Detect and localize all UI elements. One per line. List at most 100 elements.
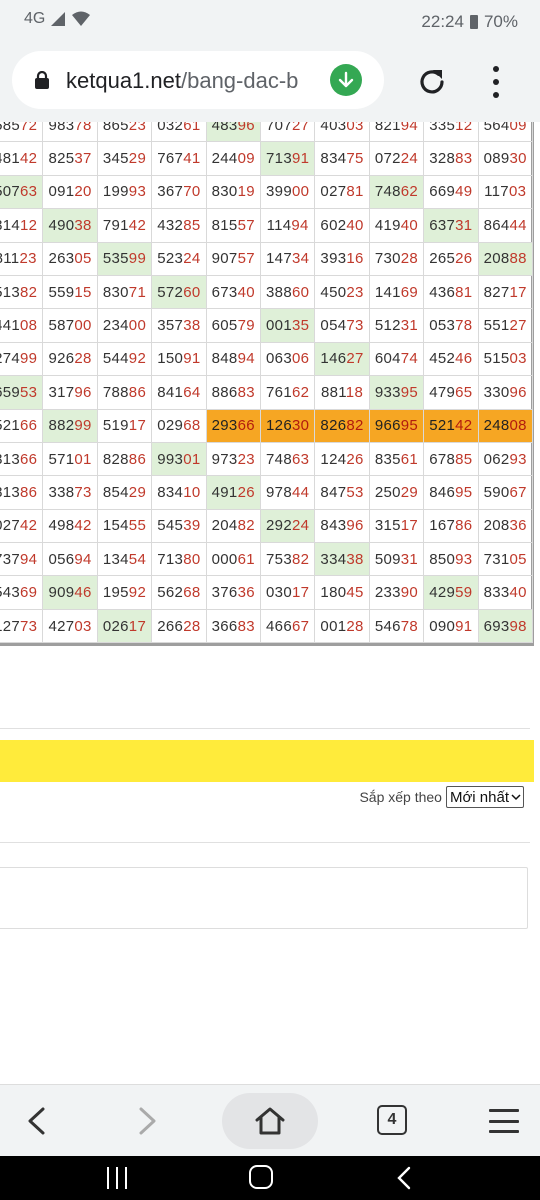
number-tail: 03	[509, 350, 527, 368]
number-head: 330	[483, 383, 510, 401]
number-tail: 42	[20, 150, 38, 168]
android-home-icon[interactable]	[249, 1165, 273, 1189]
back-icon[interactable]	[22, 1105, 52, 1137]
result-cell: 56409	[477, 122, 533, 143]
result-cell: 60474	[368, 341, 425, 377]
number-head: 314	[0, 216, 21, 234]
number-tail: 91	[291, 150, 310, 168]
number-tail: 36	[237, 584, 255, 602]
url-bar[interactable]: ketqua1.net/bang-dac-b	[12, 51, 384, 109]
result-cell: 02617	[96, 608, 153, 644]
result-cell: 42959	[423, 575, 479, 610]
number-head: 587	[48, 317, 75, 335]
forward-icon[interactable]	[132, 1105, 162, 1137]
number-head: 882	[48, 417, 75, 435]
result-cell: 45246	[423, 341, 479, 377]
number-tail: 78	[455, 317, 473, 335]
number-tail: 64	[183, 383, 201, 401]
number-head: 509	[374, 550, 401, 568]
result-cell: 02781	[314, 174, 370, 210]
home-button[interactable]	[222, 1093, 318, 1149]
number-head: 234	[102, 317, 129, 335]
number-head: 993	[157, 450, 184, 468]
yellow-banner	[0, 740, 534, 782]
number-tail: 08	[20, 317, 38, 335]
number-tail: 15	[74, 283, 92, 301]
download-button[interactable]	[330, 64, 362, 96]
result-cell: 37636	[205, 575, 261, 610]
number-tail: 86	[128, 450, 147, 468]
result-cell: 93395	[368, 375, 425, 410]
number-head: 933	[374, 383, 401, 401]
number-tail: 24	[183, 250, 201, 268]
number-head: 001	[320, 617, 347, 635]
result-cell: 12773	[0, 608, 44, 644]
number-tail: 73	[346, 317, 364, 335]
number-head: 659	[0, 383, 21, 401]
number-tail: 63	[291, 450, 310, 468]
result-cell: 50931	[368, 542, 425, 577]
more-vert-icon[interactable]	[484, 62, 508, 102]
number-head: 248	[483, 417, 510, 435]
number-tail: 28	[346, 617, 364, 635]
result-cell: 76741	[151, 141, 207, 176]
number-head: 748	[374, 183, 401, 201]
number-tail: 03	[508, 183, 527, 201]
result-cell: 38860	[259, 274, 316, 310]
number-tail: 49	[455, 183, 473, 201]
number-head: 000	[211, 550, 238, 568]
number-head: 731	[483, 550, 510, 568]
number-head: 127	[0, 617, 21, 635]
result-cell: 44108	[0, 308, 44, 343]
result-cell: 82194	[368, 122, 425, 143]
number-head: 124	[320, 450, 347, 468]
number-tail: 85	[455, 450, 473, 468]
number-tail: 99	[20, 350, 38, 368]
number-tail: 98	[509, 617, 527, 635]
number-head: 204	[211, 517, 238, 535]
number-tail: 27	[346, 350, 364, 368]
url-text[interactable]: ketqua1.net/bang-dac-b	[66, 68, 328, 94]
android-back-icon[interactable]	[396, 1166, 412, 1190]
number-head: 813	[0, 483, 21, 501]
home-icon	[255, 1107, 285, 1135]
number-head: 032	[157, 122, 184, 134]
number-tail: 53	[346, 483, 364, 501]
result-cell: 00128	[314, 608, 370, 644]
result-cell: 03261	[151, 122, 207, 143]
number-tail: 78	[400, 617, 419, 635]
result-cell: 26305	[42, 241, 98, 276]
number-tail: 05	[74, 250, 92, 268]
number-head: 072	[374, 150, 401, 168]
number-tail: 74	[400, 350, 419, 368]
number-head: 637	[429, 216, 456, 234]
table-row: 1277342703026172662836683466670012854678…	[0, 608, 533, 644]
number-head: 419	[374, 216, 401, 234]
number-tail: 23	[19, 250, 37, 268]
recent-apps-icon[interactable]	[107, 1167, 127, 1189]
tab-count: 4	[387, 1111, 397, 1128]
number-tail: 27	[291, 122, 310, 134]
url-path: /bang-dac-b	[180, 68, 299, 93]
result-cell: 20888	[477, 241, 533, 276]
number-head: 535	[102, 250, 129, 268]
result-cell: 55915	[42, 274, 98, 310]
number-head: 147	[266, 250, 292, 268]
number-tail: 17	[509, 283, 527, 301]
number-tail: 17	[400, 517, 419, 535]
table-row: 8138633873854298341049126978448475325029…	[0, 475, 533, 510]
result-cell: 75382	[259, 542, 316, 577]
number-head: 315	[374, 517, 401, 535]
reload-icon[interactable]	[414, 64, 450, 100]
tabs-icon[interactable]: 4	[377, 1105, 407, 1135]
number-head: 208	[483, 517, 510, 535]
number-head: 403	[320, 122, 347, 134]
comment-input[interactable]	[0, 867, 528, 929]
number-tail: 61	[237, 550, 255, 568]
number-tail: 42	[128, 216, 147, 234]
number-head: 313	[0, 450, 21, 468]
number-head: 830	[211, 183, 238, 201]
hamburger-icon[interactable]	[489, 1109, 519, 1133]
sort-select[interactable]: Mới nhất	[445, 786, 524, 808]
result-cell: 82886	[96, 441, 153, 477]
